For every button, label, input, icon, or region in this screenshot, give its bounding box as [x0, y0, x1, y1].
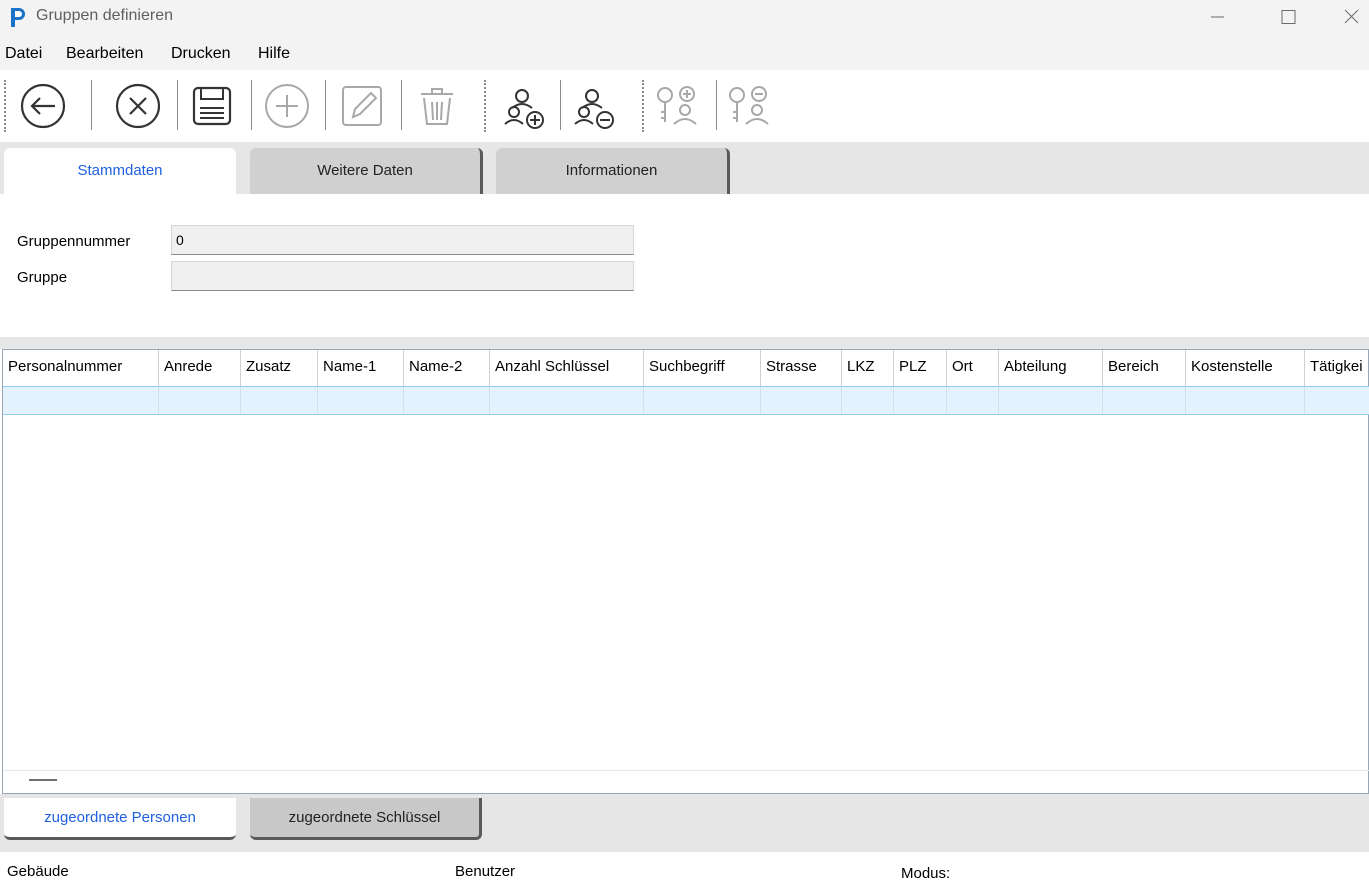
- table-cell[interactable]: [1186, 387, 1305, 414]
- column-header[interactable]: Personalnummer: [3, 350, 159, 386]
- back-icon: [20, 83, 66, 129]
- table-cell[interactable]: [241, 387, 318, 414]
- bottom-tab-strip: zugeordnete Personen zugeordnete Schlüss…: [0, 794, 1369, 852]
- toolbar-separator: [560, 80, 561, 130]
- add-persons-button[interactable]: [492, 78, 554, 134]
- table-cell[interactable]: [999, 387, 1103, 414]
- minimize-button[interactable]: [1197, 4, 1237, 30]
- add-persons-icon: [504, 89, 544, 129]
- gruppennummer-field[interactable]: 0: [171, 225, 634, 255]
- column-header[interactable]: LKZ: [842, 350, 894, 386]
- table-cell[interactable]: [318, 387, 404, 414]
- column-header[interactable]: Zusatz: [241, 350, 318, 386]
- menu-bearbeiten[interactable]: Bearbeiten: [66, 45, 143, 63]
- delete-icon: [421, 88, 453, 125]
- column-header[interactable]: Bereich: [1103, 350, 1186, 386]
- grid-resize-handle[interactable]: [29, 779, 57, 781]
- add-keys-icon: [657, 86, 697, 125]
- toolbar-separator: [251, 80, 252, 130]
- column-header[interactable]: Tätigkei: [1305, 350, 1369, 386]
- status-gebaeude: Gebäude: [7, 863, 69, 880]
- panel-divider: [0, 337, 1369, 349]
- table-cell[interactable]: [1103, 387, 1186, 414]
- gruppe-field[interactable]: [171, 261, 634, 291]
- back-button[interactable]: [12, 78, 74, 134]
- close-button[interactable]: [1338, 4, 1369, 30]
- toolbar-grip[interactable]: [484, 80, 486, 132]
- status-benutzer: Benutzer: [455, 863, 516, 880]
- table-cell[interactable]: [894, 387, 947, 414]
- gruppe-label: Gruppe: [17, 269, 68, 286]
- menu-bar: Datei Bearbeiten Drucken Hilfe: [0, 34, 1369, 70]
- edit-button[interactable]: [331, 78, 393, 134]
- column-header[interactable]: Suchbegriff: [644, 350, 761, 386]
- cancel-button[interactable]: [107, 78, 169, 134]
- column-header[interactable]: Abteilung: [999, 350, 1103, 386]
- column-header[interactable]: Kostenstelle: [1186, 350, 1305, 386]
- tab-strip: Stammdaten Weitere Daten Informationen: [0, 142, 1369, 194]
- table-row[interactable]: [3, 386, 1369, 415]
- toolbar: [0, 70, 1369, 142]
- grid-footer-divider: [3, 770, 1369, 771]
- remove-persons-button[interactable]: [562, 78, 624, 134]
- table-cell[interactable]: [761, 387, 842, 414]
- table-cell[interactable]: [1305, 387, 1369, 414]
- gruppennummer-label: Gruppennummer: [17, 233, 131, 250]
- grid-header: Personalnummer Anrede Zusatz Name-1 Name…: [3, 350, 1369, 387]
- status-modus: Modus:: [901, 865, 951, 882]
- column-header[interactable]: Name-1: [318, 350, 404, 386]
- toolbar-separator: [325, 80, 326, 130]
- table-cell[interactable]: [947, 387, 999, 414]
- remove-keys-icon: [729, 86, 769, 125]
- tab-weitere-daten[interactable]: Weitere Daten: [250, 148, 483, 194]
- save-button[interactable]: [181, 78, 243, 134]
- table-cell[interactable]: [159, 387, 241, 414]
- table-cell[interactable]: [644, 387, 761, 414]
- app-logo-icon: [11, 8, 25, 27]
- status-bar: Gebäude Benutzer Modus:: [0, 852, 1369, 882]
- column-header[interactable]: Name-2: [404, 350, 490, 386]
- toolbar-separator: [401, 80, 402, 130]
- delete-button[interactable]: [406, 78, 468, 134]
- tab-stammdaten[interactable]: Stammdaten: [4, 148, 236, 194]
- menu-drucken[interactable]: Drucken: [171, 45, 231, 63]
- column-header[interactable]: Anzahl Schlüssel: [490, 350, 644, 386]
- window-title: Gruppen definieren: [36, 7, 173, 24]
- add-icon: [265, 84, 309, 128]
- column-header[interactable]: Ort: [947, 350, 999, 386]
- edit-icon: [342, 86, 382, 126]
- persons-grid[interactable]: Personalnummer Anrede Zusatz Name-1 Name…: [2, 349, 1369, 794]
- maximize-button[interactable]: [1268, 4, 1308, 30]
- menu-datei[interactable]: Datei: [5, 45, 42, 63]
- toolbar-grip[interactable]: [642, 80, 644, 132]
- toolbar-separator: [91, 80, 92, 130]
- column-header[interactable]: PLZ: [894, 350, 947, 386]
- column-header[interactable]: Anrede: [159, 350, 241, 386]
- table-cell[interactable]: [3, 387, 159, 414]
- form-panel: Gruppennummer 0 Gruppe: [0, 194, 1369, 337]
- table-cell[interactable]: [404, 387, 490, 414]
- remove-persons-icon: [574, 89, 614, 129]
- remove-keys-button[interactable]: [720, 78, 782, 134]
- tab-informationen[interactable]: Informationen: [496, 148, 730, 194]
- toolbar-grip[interactable]: [4, 80, 6, 132]
- save-icon: [192, 86, 232, 126]
- cancel-icon: [115, 83, 161, 129]
- title-bar: Gruppen definieren: [0, 0, 1369, 34]
- menu-hilfe[interactable]: Hilfe: [258, 45, 290, 63]
- column-header[interactable]: Strasse: [761, 350, 842, 386]
- tab-zugeordnete-schluessel[interactable]: zugeordnete Schlüssel: [250, 798, 482, 840]
- table-cell[interactable]: [490, 387, 644, 414]
- add-button[interactable]: [256, 78, 318, 134]
- tab-zugeordnete-personen[interactable]: zugeordnete Personen: [4, 798, 236, 840]
- add-keys-button[interactable]: [648, 78, 710, 134]
- toolbar-separator: [716, 80, 717, 130]
- table-cell[interactable]: [842, 387, 894, 414]
- toolbar-separator: [177, 80, 178, 130]
